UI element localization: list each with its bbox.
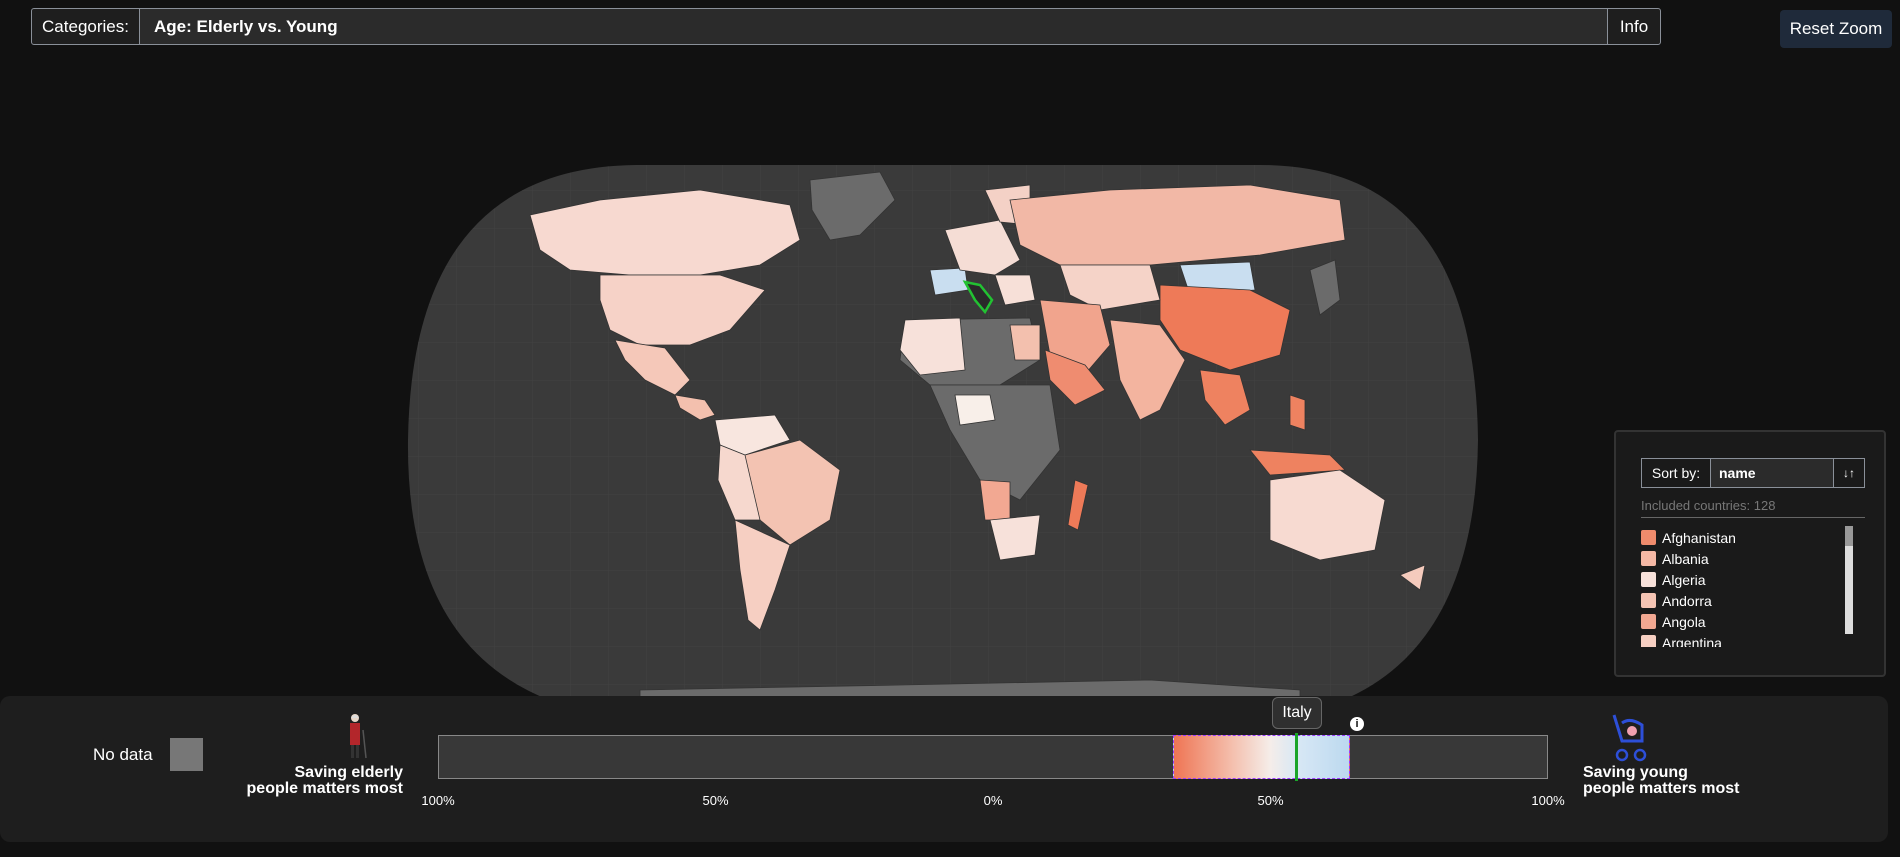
category-selector[interactable]: Categories: Age: Elderly vs. Young Info <box>31 8 1661 45</box>
sort-control[interactable]: Sort by: name ↓↑ <box>1641 458 1865 488</box>
country-name: Andorra <box>1662 592 1712 609</box>
country-name: Algeria <box>1662 571 1706 588</box>
country-tooltip: Italy <box>1272 697 1322 729</box>
country-range-band <box>1172 735 1351 779</box>
right-label-line2: people matters most <box>1583 780 1740 797</box>
left-label-line1: Saving elderly <box>294 764 404 781</box>
country-color-swatch <box>1641 593 1656 608</box>
info-button[interactable]: Info <box>1607 9 1660 44</box>
left-scale-label: Saving elderly people matters most <box>243 765 403 797</box>
country-name: Albania <box>1662 550 1709 567</box>
selected-country-marker[interactable] <box>1295 733 1299 781</box>
right-label-line1: Saving young <box>1583 764 1688 781</box>
scale-tick-label: 50% <box>1257 793 1284 808</box>
country-color-swatch <box>1641 635 1656 647</box>
country-angola <box>979 479 1011 521</box>
sort-direction-icon[interactable]: ↓↑ <box>1833 459 1864 487</box>
scale-tick-label: 100% <box>421 793 455 808</box>
sort-label: Sort by: <box>1642 459 1711 487</box>
included-countries-count: Included countries: 128 <box>1641 498 1776 513</box>
elderly-person-icon <box>350 714 367 759</box>
list-item[interactable]: Angola <box>1641 611 1865 632</box>
list-item[interactable]: Argentina <box>1641 632 1865 647</box>
country-color-swatch <box>1641 551 1656 566</box>
sort-select[interactable]: name <box>1711 459 1833 487</box>
country-color-swatch <box>1641 614 1656 629</box>
scrollbar-thumb[interactable] <box>1845 526 1853 546</box>
country-iberia <box>929 267 969 296</box>
divider <box>1641 517 1865 518</box>
scale-tick-label: 50% <box>702 793 729 808</box>
list-item[interactable]: Andorra <box>1641 590 1865 611</box>
country-nigeria <box>954 394 996 426</box>
country-name: Afghanistan <box>1662 529 1736 546</box>
list-item[interactable]: Afghanistan <box>1641 527 1865 548</box>
country-egypt <box>1009 324 1041 361</box>
category-dropdown[interactable]: Age: Elderly vs. Young <box>140 9 1607 44</box>
category-label: Categories: <box>32 9 140 44</box>
country-philippines <box>1289 394 1306 431</box>
country-name: Angola <box>1662 613 1706 630</box>
country-color-swatch <box>1641 530 1656 545</box>
list-item[interactable]: Albania <box>1641 548 1865 569</box>
country-list[interactable]: Afghanistan Albania Algeria Andorra Angola Ar… <box>1641 527 1865 647</box>
country-name: Argentina <box>1662 634 1722 648</box>
left-label-line2: people matters most <box>246 780 403 797</box>
scale-tick-label: 100% <box>1531 793 1565 808</box>
preference-scale-bar <box>438 735 1548 779</box>
right-scale-label: Saving young people matters most <box>1583 765 1739 797</box>
info-icon[interactable]: i <box>1350 717 1364 731</box>
list-item[interactable]: Algeria <box>1641 569 1865 590</box>
stroller-icon <box>1612 714 1647 762</box>
scale-tick-label: 0% <box>983 793 1003 808</box>
no-data-swatch <box>170 738 203 771</box>
reset-zoom-button[interactable]: Reset Zoom <box>1780 10 1892 48</box>
no-data-label: No data <box>93 745 153 764</box>
country-color-swatch <box>1641 572 1656 587</box>
